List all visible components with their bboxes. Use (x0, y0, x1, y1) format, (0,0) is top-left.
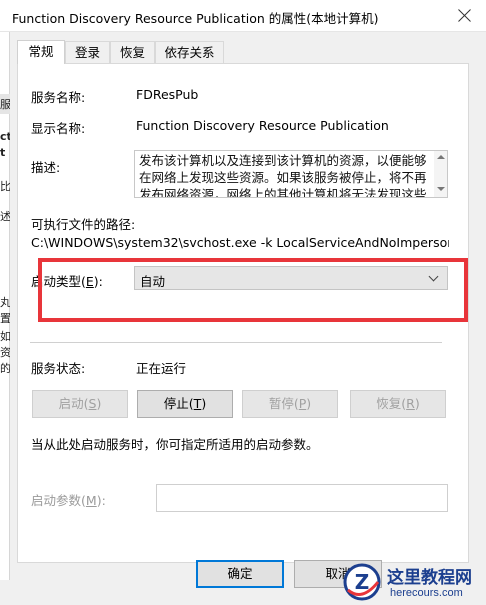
watermark-logo-icon: Z (343, 563, 381, 601)
service-name-label: 服务名称: (31, 90, 86, 105)
start-params-hint: 当从此处启动服务时，你可指定所适用的启动参数。 (31, 437, 319, 452)
highlight-annotation (38, 258, 468, 322)
start-button[interactable]: 启动(S) (32, 390, 128, 418)
description-textbox[interactable]: 发布该计算机以及连接到该计算机的资源，以便能够在网络上发现这些资源。如果该服务被… (134, 150, 448, 198)
resume-button[interactable]: 恢复(R) (350, 390, 446, 418)
background-fragment: t (0, 146, 6, 159)
display-name-value: Function Discovery Resource Publication (136, 118, 389, 133)
background-fragment: 的 (0, 362, 10, 375)
tab-dependencies[interactable]: 依存关系 (155, 41, 224, 64)
tab-logon[interactable]: 登录 (65, 41, 110, 64)
watermark-logo-letter: Z (355, 570, 370, 594)
pause-button[interactable]: 暂停(P) (242, 390, 338, 418)
background-fragment: 比 (0, 180, 10, 193)
background-fragment: 述 (0, 210, 10, 223)
service-name-value: FDResPub (136, 87, 199, 102)
background-fragment: 服 (0, 98, 10, 111)
start-params-input[interactable] (156, 484, 448, 512)
display-name-label: 显示名称: (31, 121, 86, 136)
service-status-value: 正在运行 (136, 361, 187, 376)
stop-button[interactable]: 停止(T) (137, 390, 233, 418)
background-fragment: ct (0, 130, 10, 143)
watermark-url: herecours.com (390, 587, 463, 599)
section-divider (30, 342, 442, 343)
service-status-label: 服务状态: (31, 361, 86, 376)
title-bar: Function Discovery Resource Publication … (0, 0, 486, 32)
background-window-edge: 服 ct t 比 述 丸 置 如 资 的 序 (0, 32, 10, 605)
background-fragment: 置 (0, 312, 10, 325)
description-label: 描述: (31, 160, 61, 175)
tab-recovery[interactable]: 恢复 (110, 41, 155, 64)
scroll-up-arrow-icon[interactable] (437, 155, 445, 159)
close-icon[interactable] (452, 3, 478, 29)
start-params-label: 启动参数(M): (31, 493, 106, 508)
scroll-down-arrow-icon[interactable] (437, 187, 445, 191)
description-text: 发布该计算机以及连接到该计算机的资源，以便能够在网络上发现这些资源。如果该服务被… (139, 153, 427, 198)
window-title: Function Discovery Resource Publication … (12, 11, 379, 26)
exe-path-label: 可执行文件的路径: (31, 217, 136, 232)
tab-general[interactable]: 常规 (17, 40, 65, 64)
ok-button[interactable]: 确定 (196, 560, 284, 588)
site-watermark: Z 这里教程网 herecours.com (338, 560, 486, 605)
background-fragment: 资 (0, 346, 10, 359)
background-fragment: 丸 (0, 296, 10, 309)
description-scrollbar[interactable] (434, 151, 447, 197)
exe-path-value: C:\WINDOWS\system32\svchost.exe -k Local… (31, 235, 449, 250)
background-fragment: 如 (0, 330, 10, 343)
watermark-title: 这里教程网 (387, 568, 472, 588)
